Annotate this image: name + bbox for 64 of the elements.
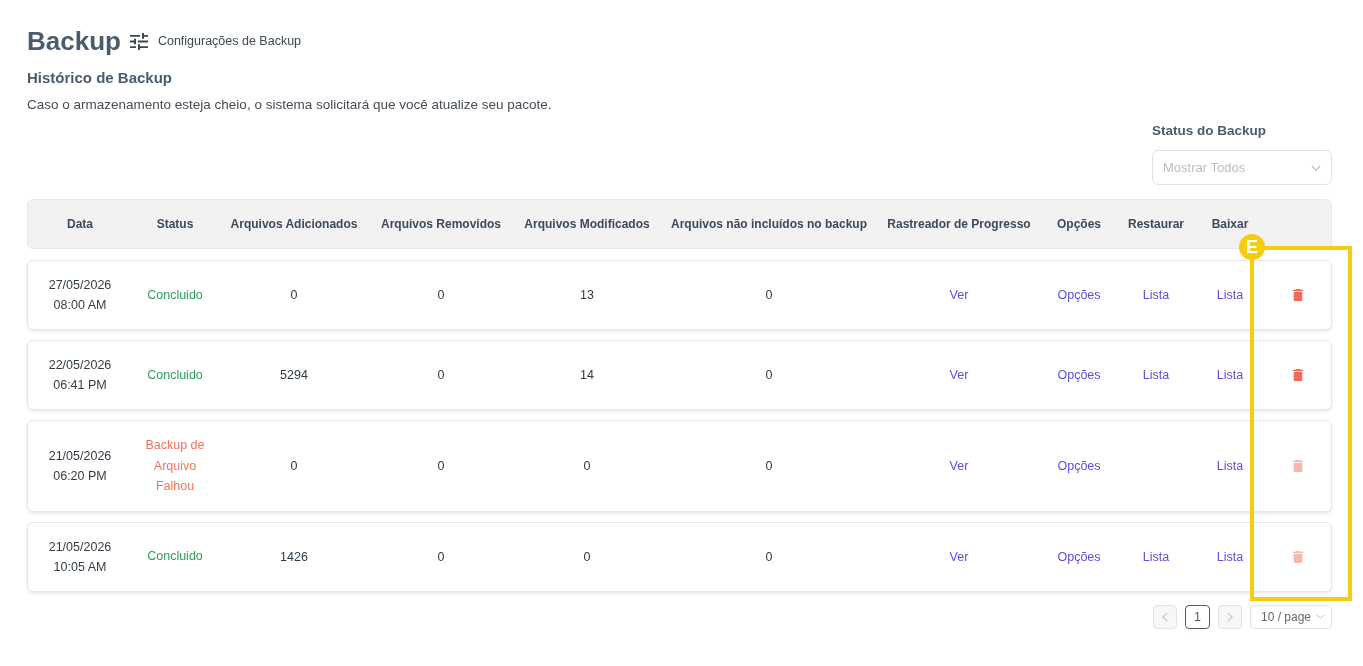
trash-icon[interactable] xyxy=(1292,289,1303,301)
options-link[interactable]: Opções xyxy=(1057,365,1101,385)
status-text: Concluido xyxy=(147,286,203,304)
column-header: Rastreador de Progresso xyxy=(887,217,1031,231)
restore-link[interactable]: Lista xyxy=(1142,546,1170,567)
settings-link[interactable]: Configurações de Backup xyxy=(157,34,302,48)
column-header: Arquivos Modificados xyxy=(524,217,650,231)
chevron-down-icon xyxy=(1316,614,1325,619)
table-cell-text: 0 xyxy=(437,548,445,566)
column-header: Arquivos não incluídos no backup xyxy=(671,217,867,231)
table-cell-text: 0 xyxy=(437,457,445,475)
restore-link[interactable]: Lista xyxy=(1142,285,1170,305)
column-header: Baixar xyxy=(1211,217,1249,231)
chevron-right-icon xyxy=(1227,611,1233,622)
table-cell-text: 0 xyxy=(765,367,773,384)
date-cell-text: 21/05/2026 10:05 AM xyxy=(47,538,113,576)
table-cell-text: 0 xyxy=(765,287,773,304)
table-cell-text: 13 xyxy=(580,287,594,304)
date-cell-text: 27/05/2026 08:00 AM xyxy=(47,277,113,314)
progress-link[interactable]: Ver xyxy=(949,285,969,305)
annotation-badge: E xyxy=(1239,234,1265,260)
section-description: Caso o armazenamento esteja cheio, o sistema solicitará que você atualize seu pacote. xyxy=(27,96,552,114)
download-link[interactable]: Lista xyxy=(1216,546,1244,567)
status-text: Backup de Arquivo Falhou xyxy=(144,437,206,495)
progress-link[interactable]: Ver xyxy=(949,546,969,567)
restore-link[interactable]: Lista xyxy=(1142,365,1170,385)
column-header: Status xyxy=(156,217,194,231)
column-header: Arquivos Removidos xyxy=(381,217,501,231)
table-cell-text: 0 xyxy=(583,457,591,475)
page-button[interactable]: 1 xyxy=(1185,604,1210,629)
table-cell-text: 0 xyxy=(290,457,298,475)
options-link[interactable]: Opções xyxy=(1057,285,1101,305)
column-header: Opções xyxy=(1057,217,1101,231)
page-title: Backup xyxy=(27,25,121,58)
chevron-left-icon xyxy=(1162,611,1168,622)
column-header: Arquivos Adicionados xyxy=(230,217,358,231)
download-link[interactable]: Lista xyxy=(1216,455,1244,476)
options-link[interactable]: Opções xyxy=(1057,546,1101,567)
download-link[interactable]: Lista xyxy=(1216,365,1244,385)
date-cell-text: 21/05/2026 06:20 PM xyxy=(47,447,113,485)
table-cell-text: 5294 xyxy=(280,367,308,384)
progress-link[interactable]: Ver xyxy=(949,365,969,385)
download-link[interactable]: Lista xyxy=(1216,285,1244,305)
status-text: Concluido xyxy=(147,548,203,566)
table-cell-text: 14 xyxy=(580,367,594,384)
page-size-select[interactable]: 10 / page xyxy=(1250,604,1332,629)
table-cell-text: 0 xyxy=(437,367,445,384)
table-cell-text: 0 xyxy=(437,287,445,304)
section-title: Histórico de Backup xyxy=(27,68,173,88)
chevron-down-icon xyxy=(1311,164,1321,171)
table-cell-text: 0 xyxy=(290,287,298,304)
trash-icon[interactable] xyxy=(1292,369,1303,381)
progress-link[interactable]: Ver xyxy=(949,455,969,476)
table-cell-text: 0 xyxy=(765,457,773,475)
table-cell-text: 0 xyxy=(765,548,773,566)
options-link[interactable]: Opções xyxy=(1057,455,1101,476)
column-header: Data xyxy=(67,217,93,231)
table-cell-text: 1426 xyxy=(280,548,308,566)
sliders-icon[interactable] xyxy=(129,32,148,50)
column-header: Restaurar xyxy=(1128,217,1184,231)
date-cell-text: 22/05/2026 06:41 PM xyxy=(47,357,113,394)
status-text: Concluido xyxy=(147,366,203,384)
table-cell-text: 0 xyxy=(583,548,591,566)
filter-label: Status do Backup xyxy=(1152,122,1267,140)
